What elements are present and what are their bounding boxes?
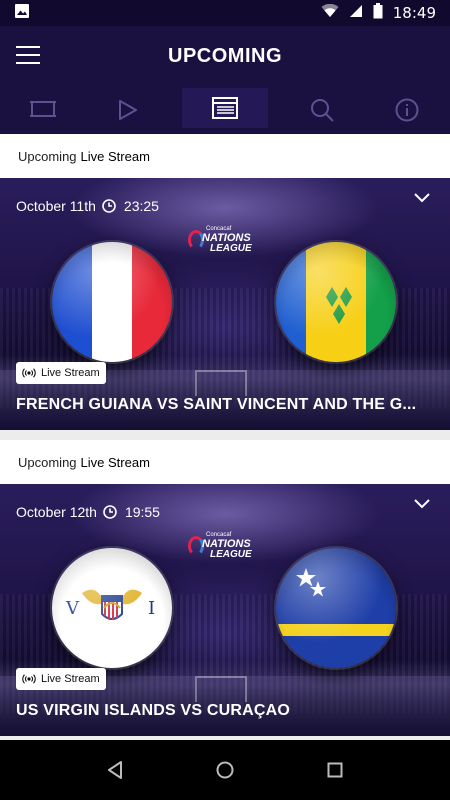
chevron-down-icon[interactable] [414,190,430,208]
event-time: 23:25 [123,198,159,214]
clock-icon [102,199,116,213]
home-team-flag [52,242,172,362]
event-datetime: October 11th 23:25 [16,198,159,214]
event-datetime: October 12th 19:55 [16,504,160,520]
broadcast-icon [22,368,36,378]
chevron-down-icon[interactable] [414,496,430,514]
wifi-icon [321,3,339,22]
recents-button[interactable] [315,750,355,790]
broadcast-icon [22,674,36,684]
event-card[interactable]: October 12th 19:55 Concacaf NATIONS LEAG… [0,484,450,736]
play-icon [118,100,137,120]
match-title: US VIRGIN ISLANDS VS CURAÇAO [16,702,291,719]
event-date: October 11th [16,198,96,214]
away-team-flag [276,242,396,362]
clock-icon [103,505,117,519]
status-bar: 18:49 [0,0,450,26]
match-title: FRENCH GUIANA VS SAINT VINCENT AND THE G… [16,396,417,413]
tab-info[interactable] [365,86,450,134]
live-stream-badge: Live Stream [16,668,106,690]
home-button[interactable] [205,750,245,790]
info-icon [395,98,419,122]
away-team-flag [276,548,396,668]
back-button[interactable] [95,750,135,790]
list-icon [212,97,238,119]
event-date: October 12th [16,504,97,520]
tab-tv[interactable] [0,86,85,134]
status-time: 18:49 [392,4,436,22]
recents-icon [327,762,343,778]
section-label: Upcoming Live Stream [0,134,450,178]
signal-icon [349,4,363,22]
home-team-flag: V I [52,548,172,668]
event-card[interactable]: October 11th 23:25 Concacaf NATIONS LEAG… [0,178,450,430]
events-list: Upcoming Live Stream October 11th 23:25 … [0,134,450,740]
league-logo: Concacaf NATIONS LEAGUE [188,532,262,562]
tab-search[interactable] [280,86,365,134]
menu-icon[interactable] [16,46,40,64]
app-header: UPCOMING [0,26,450,86]
event-time: 19:55 [124,504,160,520]
league-logo: Concacaf NATIONS LEAGUE [188,226,262,256]
tab-play[interactable] [85,86,170,134]
system-nav-bar [0,740,450,800]
back-icon [108,761,122,779]
home-icon [216,761,234,779]
tv-icon [29,101,56,117]
battery-icon [373,3,383,23]
page-title: UPCOMING [168,44,282,67]
tab-schedule[interactable] [182,88,268,128]
search-icon [311,99,334,122]
section-label: Upcoming Live Stream [0,440,450,484]
tab-bar [0,86,450,134]
gallery-notification-icon [14,3,30,24]
live-stream-badge: Live Stream [16,362,106,384]
